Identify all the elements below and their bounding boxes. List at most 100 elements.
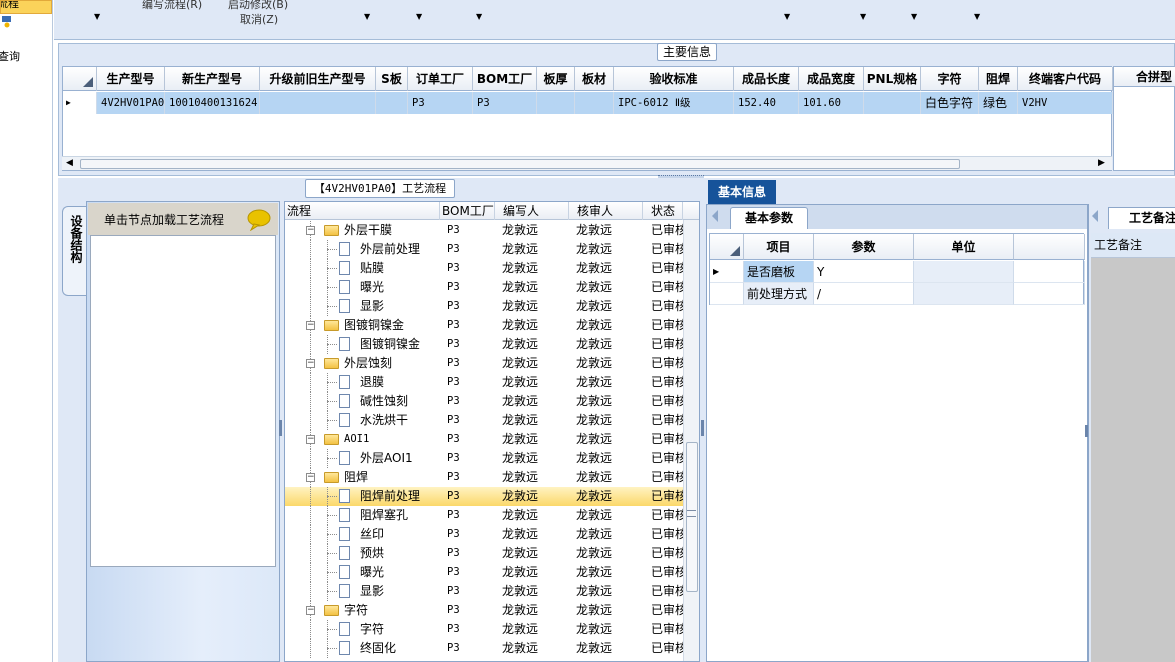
col-mask[interactable]: 阻焊 [979, 67, 1018, 91]
flow-tree-row[interactable]: − 阻焊 P3 龙敦远 龙敦远 已审核 [285, 468, 683, 487]
cell[interactable] [864, 92, 921, 114]
flow-tree-row[interactable]: 阻焊塞孔 P3 龙敦远 龙敦远 已审核 [285, 506, 683, 525]
cell[interactable]: 4V2HV01PA0 [97, 92, 165, 114]
flow-tree-row[interactable]: 碱性蚀刻 P3 龙敦远 龙敦远 已审核 [285, 392, 683, 411]
write-flow-button[interactable]: 编写流程(R) [142, 0, 202, 12]
col-writer[interactable]: 编写人 [495, 202, 569, 220]
flow-tree-row[interactable]: 图镀铜镍金 P3 龙敦远 龙敦远 已审核 [285, 335, 683, 354]
col-reviewer[interactable]: 核审人 [569, 202, 643, 220]
nav-item-query-label[interactable]: 查询 [0, 48, 20, 64]
col-order-factory[interactable]: 订单工厂 [408, 67, 473, 91]
cancel-button[interactable]: 取消(Z) [240, 11, 278, 27]
flow-tree-row[interactable]: 外层前处理 P3 龙敦远 龙敦远 已审核 [285, 240, 683, 259]
flow-tree-row[interactable]: 显影 P3 龙敦远 龙敦远 已审核 [285, 297, 683, 316]
col-merge[interactable]: 合拼型 [1114, 67, 1175, 87]
flow-tree-row[interactable]: 外层AOI1 P3 龙敦远 龙敦远 已审核 [285, 449, 683, 468]
col-bom-factory[interactable]: BOM工厂 [473, 67, 537, 91]
flow-tree-row[interactable]: 退膜 P3 龙敦远 龙敦远 已审核 [285, 373, 683, 392]
grid-corner[interactable] [710, 234, 744, 260]
col-unit[interactable]: 单位 [914, 234, 1014, 260]
cell[interactable]: 绿色 [979, 92, 1018, 114]
cell[interactable]: P3 [408, 92, 473, 114]
scroll-thumb[interactable] [80, 159, 960, 169]
col-model[interactable]: 生产型号 [97, 67, 165, 91]
col-new-model[interactable]: 新生产型号 [165, 67, 260, 91]
cell[interactable]: 101.60 [799, 92, 864, 114]
cell[interactable]: 白色字符 [921, 92, 979, 114]
flow-tree-row[interactable]: 阻焊前处理 P3 龙敦远 龙敦远 已审核 [285, 487, 683, 506]
scroll-left-icon[interactable]: ◀ [66, 158, 73, 168]
splitter-handle[interactable] [701, 420, 705, 436]
cell[interactable] [260, 92, 376, 114]
tab-device-structure[interactable]: 设备结构 [62, 206, 86, 296]
col-flow[interactable]: 流程 [285, 202, 440, 220]
cell[interactable]: V2HV [1018, 92, 1113, 114]
tab-remark[interactable]: 工艺备注 [1108, 207, 1175, 229]
col-char[interactable]: 字符 [921, 67, 979, 91]
col-param[interactable]: 参数 [814, 234, 914, 260]
cell[interactable]: P3 [473, 92, 537, 114]
dropdown-arrow-icon[interactable]: ▼ [364, 12, 370, 21]
flow-tree-row[interactable]: 贴膜 P3 龙敦远 龙敦远 已审核 [285, 259, 683, 278]
col-width[interactable]: 成品宽度 [799, 67, 864, 91]
table-row[interactable]: ▶ 4V2HV01PA0 10010400131624 P3 P3 IPC-60… [63, 92, 1113, 114]
collapse-toggle-icon[interactable]: − [306, 226, 315, 235]
flow-tree-row[interactable]: − 外层蚀刻 P3 龙敦远 龙敦远 已审核 [285, 354, 683, 373]
collapse-toggle-icon[interactable]: − [306, 359, 315, 368]
cell[interactable]: Y [814, 261, 914, 283]
dropdown-arrow-icon[interactable]: ▼ [784, 12, 790, 21]
cell[interactable] [376, 92, 408, 114]
col-customer-code[interactable]: 终端客户代码 [1018, 67, 1113, 91]
cell[interactable] [914, 283, 1014, 305]
dropdown-arrow-icon[interactable]: ▼ [476, 12, 482, 21]
col-s-board[interactable]: S板 [376, 67, 408, 91]
collapse-toggle-icon[interactable]: − [306, 435, 315, 444]
remark-body[interactable] [1091, 258, 1175, 662]
dropdown-arrow-icon[interactable]: ▼ [860, 12, 866, 21]
cell[interactable] [575, 92, 614, 114]
col-length[interactable]: 成品长度 [734, 67, 799, 91]
flow-tree-row[interactable]: 曝光 P3 龙敦远 龙敦远 已审核 [285, 278, 683, 297]
col-item[interactable]: 项目 [744, 234, 814, 260]
flow-tree-row[interactable]: − AOI1 P3 龙敦远 龙敦远 已审核 [285, 430, 683, 449]
dropdown-arrow-icon[interactable]: ▼ [974, 12, 980, 21]
flow-tree-row[interactable]: − 字符 P3 龙敦远 龙敦远 已审核 [285, 601, 683, 620]
flow-tree-row[interactable]: − 图镀铜镍金 P3 龙敦远 龙敦远 已审核 [285, 316, 683, 335]
cell[interactable]: 前处理方式 [744, 283, 814, 305]
cell[interactable]: 152.40 [734, 92, 799, 114]
flow-tree[interactable]: 流程 BOM工厂 编写人 核审人 状态 −外层干膜P3龙敦远龙敦远已审核外层前处… [284, 201, 700, 662]
cell[interactable]: 是否磨板 [744, 261, 814, 283]
scroll-thumb[interactable] [686, 442, 698, 592]
cell[interactable] [537, 92, 575, 114]
collapse-toggle-icon[interactable]: − [306, 606, 315, 615]
cell[interactable]: / [814, 283, 914, 305]
flow-tree-row[interactable]: 丝印 P3 龙敦远 龙敦远 已审核 [285, 525, 683, 544]
dropdown-arrow-icon[interactable]: ▼ [911, 12, 917, 21]
col-pnl[interactable]: PNL规格 [864, 67, 921, 91]
query-icon[interactable] [2, 16, 12, 28]
col-material[interactable]: 板材 [575, 67, 614, 91]
splitter-handle[interactable] [658, 175, 704, 178]
grid-corner[interactable] [63, 67, 97, 91]
speech-bubble-icon[interactable] [246, 209, 272, 231]
col-acceptance[interactable]: 验收标准 [614, 67, 734, 91]
collapse-toggle-icon[interactable]: − [306, 321, 315, 330]
flow-tree-row[interactable]: 曝光 P3 龙敦远 龙敦远 已审核 [285, 563, 683, 582]
collapse-toggle-icon[interactable]: − [306, 473, 315, 482]
cell[interactable]: IPC-6012 Ⅱ级 [614, 92, 734, 114]
splitter-handle[interactable] [1085, 425, 1088, 437]
cell[interactable]: 10010400131624 [165, 92, 260, 114]
flow-tree-row[interactable]: 终固化 P3 龙敦远 龙敦远 已审核 [285, 639, 683, 658]
dropdown-arrow-icon[interactable]: ▼ [94, 12, 100, 21]
vertical-scrollbar[interactable] [683, 220, 699, 661]
tab-basic-params[interactable]: 基本参数 [730, 207, 808, 229]
structure-tree[interactable] [90, 235, 276, 567]
dropdown-arrow-icon[interactable]: ▼ [416, 12, 422, 21]
scroll-right-icon[interactable]: ▶ [1098, 158, 1105, 168]
col-status[interactable]: 状态 [643, 202, 683, 220]
collapse-icon[interactable] [1092, 210, 1098, 222]
col-bom-factory[interactable]: BOM工厂 [440, 202, 495, 220]
flow-tree-row[interactable]: 水洗烘干 P3 龙敦远 龙敦远 已审核 [285, 411, 683, 430]
flow-tree-row[interactable]: 显影 P3 龙敦远 龙敦远 已审核 [285, 582, 683, 601]
splitter-handle[interactable] [279, 420, 283, 436]
